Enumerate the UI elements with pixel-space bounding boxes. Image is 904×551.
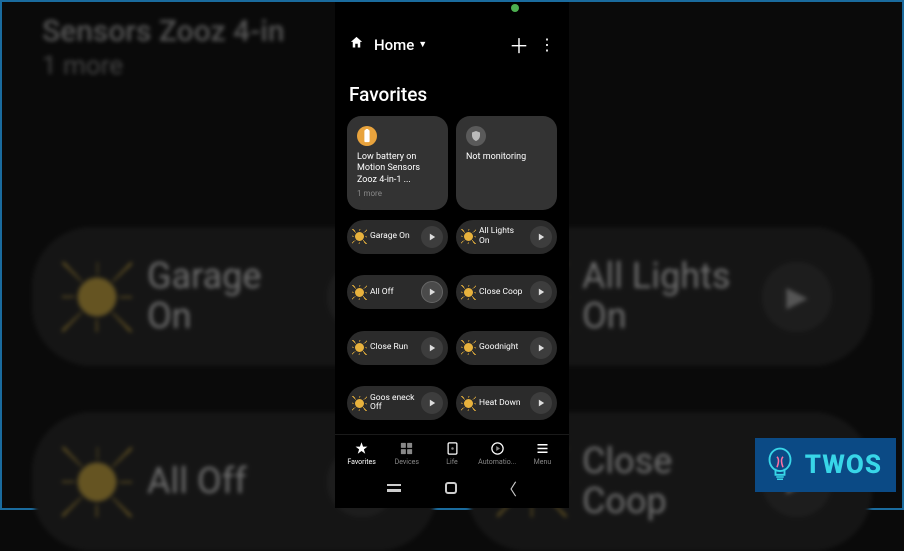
sun-icon — [462, 230, 475, 243]
not-monitoring-card[interactable]: Not monitoring — [456, 116, 557, 210]
system-nav: 〈 — [335, 470, 569, 508]
nav-label: Favorites — [347, 458, 376, 466]
lightbulb-icon — [765, 446, 795, 484]
play-button[interactable] — [530, 392, 552, 414]
card-subtitle: 1 more — [357, 189, 438, 198]
bg-label: All Off — [147, 462, 302, 502]
more-icon[interactable]: ⋮ — [539, 35, 555, 54]
nav-label: Life — [446, 458, 458, 466]
play-button[interactable] — [421, 226, 443, 248]
nav-menu[interactable]: Menu — [520, 441, 565, 466]
scene-pill[interactable]: Close Coop — [456, 275, 557, 309]
nav-life[interactable]: Life — [429, 441, 474, 466]
home-icon[interactable] — [349, 35, 364, 54]
info-cards-row: Low battery on Motion Sensors Zooz 4-in-… — [335, 116, 569, 220]
location-dropdown[interactable]: Home ▼ — [374, 36, 499, 54]
scene-pill[interactable]: All Off — [347, 275, 448, 309]
top-bar: Home ▼ ＋ ⋮ — [335, 2, 569, 69]
nav-devices[interactable]: Devices — [384, 441, 429, 466]
scene-label: Close Coop — [479, 288, 526, 297]
nav-label: Devices — [395, 458, 419, 466]
card-title: Low battery on Motion Sensors Zooz 4-in-… — [357, 152, 438, 186]
nav-automatio-[interactable]: Automatio... — [475, 441, 520, 466]
status-indicator-icon — [511, 4, 519, 12]
scene-pill[interactable]: Garage On — [347, 220, 448, 254]
scene-label: Close Run — [370, 343, 417, 352]
nav-favorites[interactable]: Favorites — [339, 441, 384, 466]
scene-pill[interactable]: Goos eneck Off — [347, 386, 448, 420]
scene-pill[interactable]: All Lights On — [456, 220, 557, 254]
play-button[interactable] — [421, 392, 443, 414]
bg-label: Close Coop — [582, 442, 737, 521]
watermark-label: TWOS — [805, 450, 882, 480]
scene-label: All Lights On — [479, 227, 526, 246]
sun-icon — [72, 457, 122, 507]
phone-battery-icon — [357, 126, 377, 146]
scene-label: All Off — [370, 288, 417, 297]
play-button[interactable] — [530, 281, 552, 303]
scene-pill[interactable]: Close Run — [347, 331, 448, 365]
scene-label: Goodnight — [479, 343, 526, 352]
bottom-nav: Favorites Devices Life Automatio... Menu — [335, 434, 569, 470]
scene-label: Heat Down — [479, 399, 526, 408]
scene-label: Goos eneck Off — [370, 394, 417, 413]
watermark: TWOS — [755, 438, 896, 492]
scene-pill[interactable]: Heat Down — [456, 386, 557, 420]
play-button[interactable] — [530, 226, 552, 248]
play-icon: ▶ — [762, 262, 832, 332]
play-button[interactable] — [530, 337, 552, 359]
bg-label: Garage On — [147, 257, 302, 336]
section-title: Favorites — [335, 69, 569, 116]
sun-icon — [353, 286, 366, 299]
sun-icon — [462, 397, 475, 410]
low-battery-card[interactable]: Low battery on Motion Sensors Zooz 4-in-… — [347, 116, 448, 210]
add-button[interactable]: ＋ — [509, 30, 529, 59]
sun-icon — [353, 397, 366, 410]
sun-icon — [72, 272, 122, 322]
play-button[interactable] — [421, 337, 443, 359]
home-button[interactable] — [445, 482, 457, 494]
phone-screen: Home ▼ ＋ ⋮ Favorites Low battery on Moti… — [335, 2, 569, 508]
sun-icon — [462, 341, 475, 354]
nav-label: Menu — [534, 458, 552, 466]
card-title: Not monitoring — [466, 152, 547, 163]
recents-button[interactable] — [387, 484, 401, 492]
sun-icon — [353, 230, 366, 243]
bg-label: All Lights On — [582, 257, 737, 336]
sun-icon — [353, 341, 366, 354]
scene-label: Garage On — [370, 232, 417, 241]
chevron-down-icon: ▼ — [418, 39, 427, 50]
shield-icon — [466, 126, 486, 146]
nav-label: Automatio... — [478, 458, 516, 466]
back-button[interactable]: 〈 — [501, 476, 517, 500]
play-button[interactable] — [421, 281, 443, 303]
location-label: Home — [374, 36, 414, 54]
scene-pill[interactable]: Goodnight — [456, 331, 557, 365]
sun-icon — [462, 286, 475, 299]
scenes-grid: Garage On All Lights On All Off Close Coop C… — [335, 220, 569, 434]
